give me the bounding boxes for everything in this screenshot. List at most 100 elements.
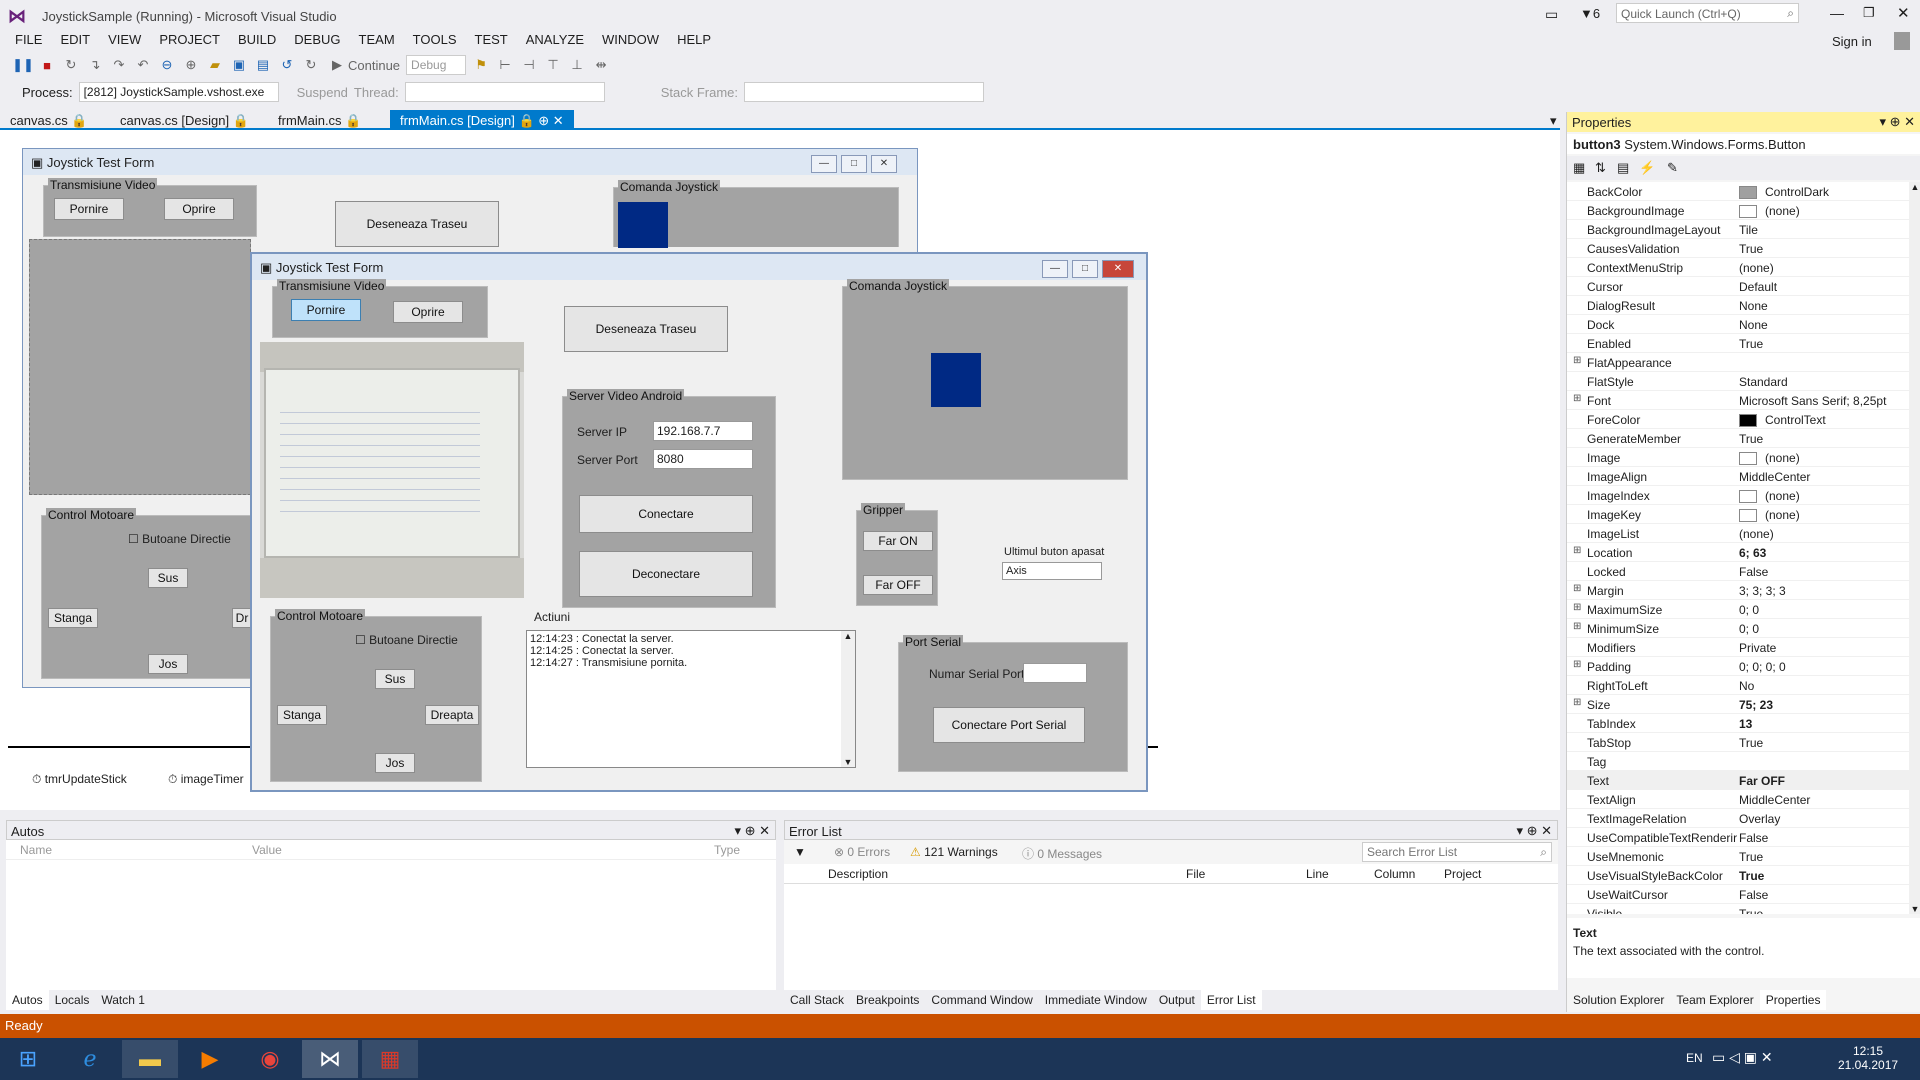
tab-call-stack[interactable]: Call Stack xyxy=(784,990,850,1010)
jos-button[interactable]: Jos xyxy=(375,753,415,773)
filter-icon[interactable]: ▼ xyxy=(794,845,806,859)
chrome-icon[interactable]: ◉ xyxy=(242,1040,298,1078)
property-row[interactable]: Text Far OFF xyxy=(1567,771,1909,790)
run-close-button[interactable]: ✕ xyxy=(1102,260,1134,278)
numar-port-input[interactable] xyxy=(1023,663,1087,683)
design-sus-button[interactable]: Sus xyxy=(148,568,188,588)
property-row[interactable]: FlatStyle Standard xyxy=(1567,372,1909,391)
tab-overflow-icon[interactable]: ▾ xyxy=(1540,110,1567,130)
panel-controls-icon[interactable]: ▾ ⊕ ✕ xyxy=(1879,114,1915,130)
file-explorer-icon[interactable]: ▬ xyxy=(122,1040,178,1078)
stanga-button[interactable]: Stanga xyxy=(277,705,327,725)
tab-locals[interactable]: Locals xyxy=(49,990,96,1010)
property-row[interactable]: ImageKey (none) xyxy=(1567,505,1909,524)
property-row[interactable]: ContextMenuStrip (none) xyxy=(1567,258,1909,277)
close-tab-icon[interactable]: ✕ xyxy=(553,113,564,128)
forward-icon[interactable]: ⊕ xyxy=(182,56,200,74)
property-row[interactable]: TabIndex 13 xyxy=(1567,714,1909,733)
property-value[interactable]: 0; 0 xyxy=(1739,603,1759,617)
design-joystick-stick[interactable] xyxy=(618,202,668,248)
butoane-directie-checkbox[interactable]: ☐ Butoane Directie xyxy=(355,633,458,647)
property-row[interactable]: RightToLeft No xyxy=(1567,676,1909,695)
property-value[interactable]: MiddleCenter xyxy=(1739,793,1810,807)
col-project[interactable]: Project xyxy=(1444,867,1481,881)
server-ip-input[interactable]: 192.168.7.7 xyxy=(653,421,753,441)
tab-frmmain-cs[interactable]: frmMain.cs 🔒 xyxy=(268,110,371,130)
pause-icon[interactable]: ❚❚ xyxy=(12,56,34,74)
property-row[interactable]: Modifiers Private xyxy=(1567,638,1909,657)
property-row[interactable]: UseMnemonic True xyxy=(1567,847,1909,866)
tab-frmmain-design[interactable]: frmMain.cs [Design] 🔒 ⊕ ✕ xyxy=(390,110,574,130)
design-jos-button[interactable]: Jos xyxy=(148,654,188,674)
property-value[interactable]: (none) xyxy=(1739,451,1800,466)
far-off-button[interactable]: Far OFF xyxy=(863,575,933,595)
property-row[interactable]: ⊞ Padding 0; 0; 0; 0 xyxy=(1567,657,1909,676)
col-name[interactable]: Name xyxy=(20,843,52,857)
align-center-icon[interactable]: ⊣ xyxy=(520,56,538,74)
menu-tools[interactable]: TOOLS xyxy=(404,30,466,50)
log-scrollbar[interactable]: ▲ ▼ xyxy=(841,631,855,767)
app-window-icon[interactable]: ▦ xyxy=(362,1040,418,1078)
property-row[interactable]: ImageAlign MiddleCenter xyxy=(1567,467,1909,486)
feedback-icon[interactable]: ▭ xyxy=(1545,6,1558,23)
property-value[interactable]: ControlDark xyxy=(1739,185,1829,200)
property-value[interactable]: None xyxy=(1739,318,1768,332)
design-video-picture[interactable] xyxy=(29,239,251,495)
property-row[interactable]: Locked False xyxy=(1567,562,1909,581)
col-description[interactable]: Description xyxy=(828,867,888,881)
property-row[interactable]: ⊞ Font Microsoft Sans Serif; 8,25pt xyxy=(1567,391,1909,410)
property-value[interactable]: No xyxy=(1739,679,1754,693)
property-row[interactable]: Image (none) xyxy=(1567,448,1909,467)
property-value[interactable]: Overlay xyxy=(1739,812,1780,826)
alphabetical-icon[interactable]: ⇅ xyxy=(1595,160,1606,176)
internet-explorer-icon[interactable]: ℯ xyxy=(62,1040,118,1078)
visual-studio-taskbar-icon[interactable]: ⋈ xyxy=(302,1040,358,1078)
oprire-button[interactable]: Oprire xyxy=(393,301,463,323)
design-butoane-checkbox[interactable]: ☐ Butoane Directie xyxy=(128,532,231,546)
property-value[interactable]: Far OFF xyxy=(1739,774,1785,788)
run-maximize-button[interactable]: □ xyxy=(1072,260,1098,278)
property-value[interactable]: (none) xyxy=(1739,204,1800,219)
minimize-button[interactable]: — xyxy=(1830,5,1844,21)
property-value[interactable]: (none) xyxy=(1739,261,1774,275)
conectare-button[interactable]: Conectare xyxy=(579,495,753,533)
properties-icon[interactable]: ▤ xyxy=(1617,160,1629,176)
property-row[interactable]: BackgroundImageLayout Tile xyxy=(1567,220,1909,239)
col-type[interactable]: Type xyxy=(714,843,740,857)
property-row[interactable]: Enabled True xyxy=(1567,334,1909,353)
back-icon[interactable]: ⊖ xyxy=(158,56,176,74)
redo-icon[interactable]: ↻ xyxy=(302,56,320,74)
step-into-icon[interactable]: ↴ xyxy=(86,56,104,74)
ultimul-buton-input[interactable]: Axis xyxy=(1002,562,1102,580)
align-left-icon[interactable]: ⊢ xyxy=(496,56,514,74)
menu-debug[interactable]: DEBUG xyxy=(285,30,349,50)
tab-error-list[interactable]: Error List xyxy=(1200,990,1262,1010)
deseneaza-traseu-button[interactable]: Deseneaza Traseu xyxy=(564,306,728,352)
tray-icons[interactable]: ▭ ◁ ▣ ✕ xyxy=(1712,1049,1773,1066)
property-row[interactable]: TextAlign MiddleCenter xyxy=(1567,790,1909,809)
col-column[interactable]: Column xyxy=(1374,867,1415,881)
conectare-port-serial-button[interactable]: Conectare Port Serial xyxy=(933,707,1085,743)
actiuni-log[interactable]: 12:14:23 : Conectat la server. 12:14:25 … xyxy=(526,630,856,768)
col-value[interactable]: Value xyxy=(252,843,282,857)
property-value[interactable]: Microsoft Sans Serif; 8,25pt xyxy=(1739,394,1886,408)
expand-icon[interactable]: ⊞ xyxy=(1573,602,1581,613)
property-row[interactable]: TextImageRelation Overlay xyxy=(1567,809,1909,828)
sus-button[interactable]: Sus xyxy=(375,669,415,689)
property-value[interactable]: ControlText xyxy=(1739,413,1826,428)
start-button-icon[interactable]: ⊞ xyxy=(0,1040,56,1078)
notifications-icon[interactable]: ▼6 xyxy=(1580,6,1600,21)
property-row[interactable]: TabStop True xyxy=(1567,733,1909,752)
property-row[interactable]: UseCompatibleTextRenderir False xyxy=(1567,828,1909,847)
running-form[interactable]: ▣ Joystick Test Form — □ ✕ Transmisiune … xyxy=(250,252,1148,792)
tab-output[interactable]: Output xyxy=(1153,990,1201,1010)
property-value[interactable]: Tile xyxy=(1739,223,1758,237)
stack-frame-select[interactable] xyxy=(744,82,985,102)
tab-autos[interactable]: Autos xyxy=(6,990,49,1010)
property-value[interactable]: 6; 63 xyxy=(1739,546,1766,560)
property-row[interactable]: ImageList (none) xyxy=(1567,524,1909,543)
property-row[interactable]: ImageIndex (none) xyxy=(1567,486,1909,505)
tab-command-window[interactable]: Command Window xyxy=(925,990,1038,1010)
tab-watch1[interactable]: Watch 1 xyxy=(95,990,151,1010)
categorized-icon[interactable]: ▦ xyxy=(1573,160,1585,176)
